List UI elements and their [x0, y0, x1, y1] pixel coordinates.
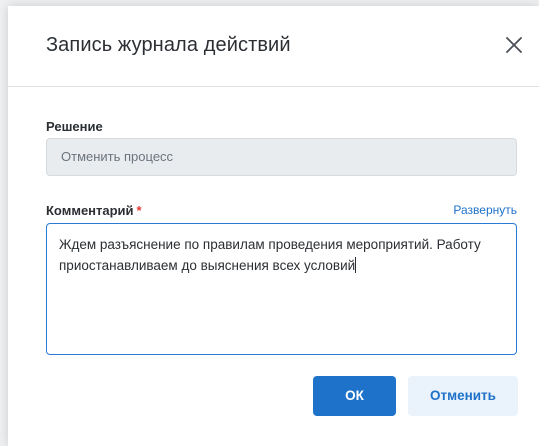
comment-label-text: Комментарий [46, 203, 134, 218]
cancel-button[interactable]: Отменить [408, 376, 518, 416]
required-mark: * [136, 203, 142, 218]
expand-link[interactable]: Развернуть [453, 203, 517, 217]
comment-text: Ждем разъяснение по правилам проведения … [59, 237, 481, 273]
close-icon[interactable] [505, 36, 523, 54]
action-log-dialog: Запись журнала действий Решение Отменить… [8, 6, 539, 446]
ok-button[interactable]: ОК [313, 376, 396, 416]
comment-textarea[interactable]: Ждем разъяснение по правилам проведения … [46, 223, 517, 355]
dialog-header: Запись журнала действий [8, 6, 539, 87]
decision-label: Решение [46, 119, 103, 134]
dialog-title: Запись журнала действий [46, 34, 291, 56]
comment-label: Комментарий * [46, 203, 142, 218]
text-caret [355, 257, 357, 273]
decision-field: Отменить процесс [46, 138, 517, 176]
